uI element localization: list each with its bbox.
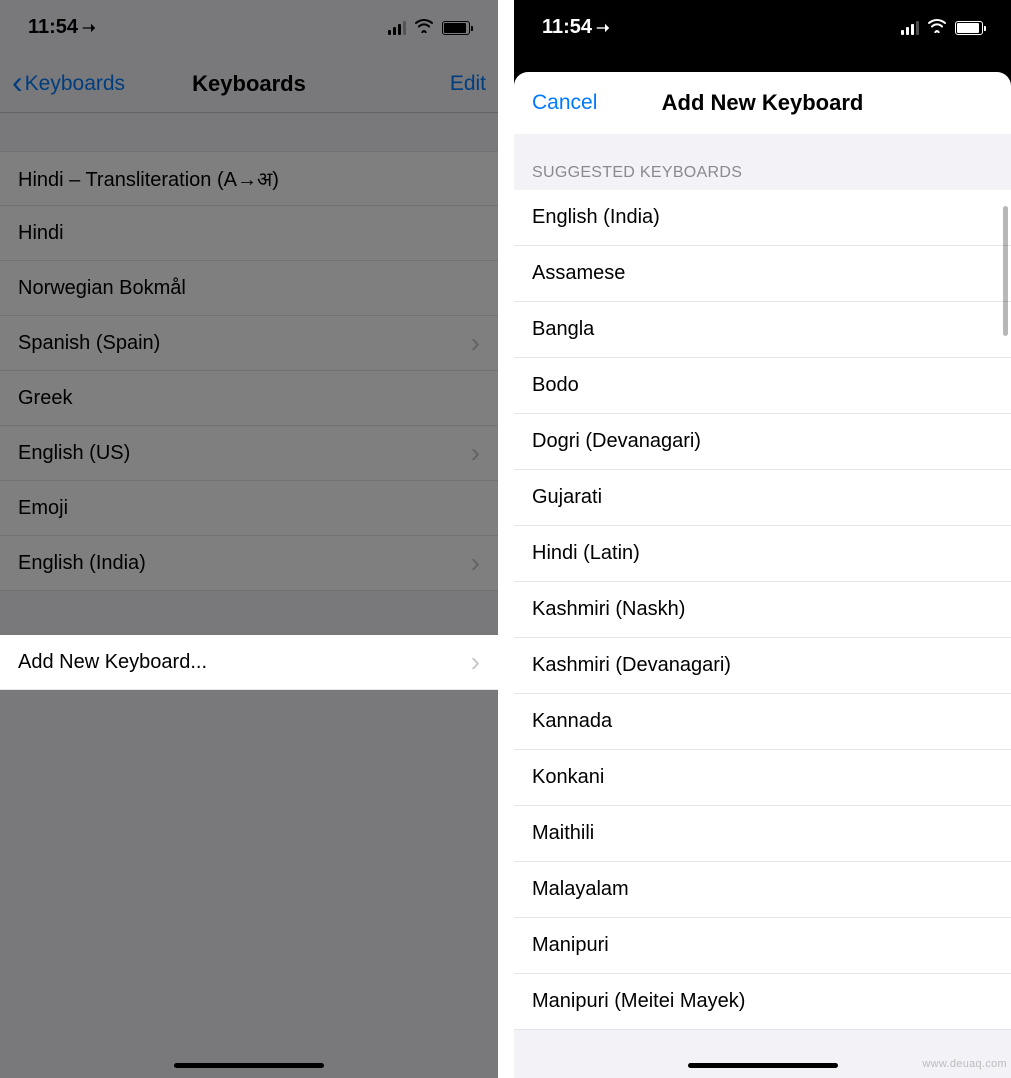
nav-bar: ‹ Keyboards Keyboards Edit — [0, 55, 498, 113]
add-new-keyboard-label: Add New Keyboard... — [18, 651, 207, 674]
keyboard-label: Manipuri — [532, 934, 609, 957]
battery-icon — [442, 21, 470, 35]
keyboard-label: English (India) — [18, 552, 146, 575]
keyboard-label: Emoji — [18, 497, 68, 520]
status-time: 11:54 — [542, 16, 592, 39]
wifi-icon — [927, 16, 947, 39]
suggested-keyboard-row[interactable]: Kannada — [514, 694, 1011, 750]
suggested-keyboard-row[interactable]: Kashmiri (Devanagari) — [514, 638, 1011, 694]
keyboard-label: Dogri (Devanagari) — [532, 430, 701, 453]
suggested-keyboard-row[interactable]: English (India) — [514, 190, 1011, 246]
home-indicator[interactable] — [688, 1063, 838, 1068]
keyboard-label: Manipuri (Meitei Mayek) — [532, 990, 745, 1013]
cellular-signal-icon — [901, 21, 919, 35]
keyboard-label: Gujarati — [532, 486, 602, 509]
keyboard-label: Kashmiri (Naskh) — [532, 598, 685, 621]
cellular-signal-icon — [388, 21, 406, 35]
keyboards-settings-screen: 11:54 ➝ ‹ Keyboards K — [0, 0, 498, 1078]
keyboard-label: English (US) — [18, 442, 130, 465]
keyboard-row[interactable]: Norwegian Bokmål — [0, 261, 498, 316]
add-keyboard-sheet: Cancel Add New Keyboard SUGGESTED KEYBOA… — [514, 72, 1011, 1078]
status-time: 11:54 — [28, 16, 78, 39]
keyboard-row[interactable]: Emoji — [0, 481, 498, 536]
chevron-right-icon: › — [471, 646, 480, 678]
cancel-button[interactable]: Cancel — [532, 91, 597, 115]
suggested-keyboard-row[interactable]: Assamese — [514, 246, 1011, 302]
keyboard-label: Bodo — [532, 374, 579, 397]
keyboard-label: Maithili — [532, 822, 594, 845]
back-button[interactable]: ‹ Keyboards — [12, 70, 125, 98]
back-label: Keyboards — [25, 72, 125, 96]
wifi-icon — [414, 16, 434, 39]
keyboard-label: Kashmiri (Devanagari) — [532, 654, 731, 677]
keyboard-label: Hindi – Transliteration (A→अ) — [18, 165, 279, 192]
sheet-header: Cancel Add New Keyboard — [514, 72, 1011, 134]
battery-icon — [955, 21, 983, 35]
add-new-keyboard-row[interactable]: Add New Keyboard... › — [0, 635, 498, 690]
keyboard-label: Konkani — [532, 766, 604, 789]
keyboard-label: Hindi (Latin) — [532, 542, 640, 565]
keyboard-label: Greek — [18, 387, 72, 410]
keyboard-label: Bangla — [532, 318, 594, 341]
add-keyboard-modal-screen: 11:54 ➝ Cancel Add New Keyboard SUGGESTE… — [514, 0, 1011, 1078]
chevron-right-icon: › — [471, 327, 480, 359]
location-icon: ➝ — [82, 18, 95, 38]
location-icon: ➝ — [596, 18, 609, 38]
keyboard-row[interactable]: Greek — [0, 371, 498, 426]
home-indicator[interactable] — [174, 1063, 324, 1068]
keyboard-row[interactable]: Hindi — [0, 206, 498, 261]
suggested-keyboard-row[interactable]: Konkani — [514, 750, 1011, 806]
edit-button[interactable]: Edit — [450, 72, 486, 96]
scrollbar-thumb[interactable] — [1003, 206, 1008, 336]
chevron-right-icon: › — [471, 547, 480, 579]
keyboard-row[interactable]: Hindi – Transliteration (A→अ) — [0, 151, 498, 206]
installed-keyboards-list: Hindi – Transliteration (A→अ) Hindi Norw… — [0, 151, 498, 591]
chevron-right-icon: › — [471, 437, 480, 469]
chevron-left-icon: ‹ — [12, 66, 23, 98]
suggested-keyboard-row[interactable]: Maithili — [514, 806, 1011, 862]
suggested-keyboard-row[interactable]: Kashmiri (Naskh) — [514, 582, 1011, 638]
suggested-keyboard-row[interactable]: Manipuri — [514, 918, 1011, 974]
keyboard-label: English (India) — [532, 206, 660, 229]
suggested-keyboard-row[interactable]: Manipuri (Meitei Mayek) — [514, 974, 1011, 1030]
keyboard-row[interactable]: Spanish (Spain) › — [0, 316, 498, 371]
suggested-keyboard-row[interactable]: Bodo — [514, 358, 1011, 414]
suggested-section-header: SUGGESTED KEYBOARDS — [514, 134, 1011, 190]
keyboard-label: Norwegian Bokmål — [18, 277, 186, 300]
page-title: Keyboards — [192, 71, 306, 97]
status-bar-left: 11:54 ➝ — [0, 0, 498, 55]
keyboard-label: Hindi — [18, 222, 64, 245]
status-bar-right: 11:54 ➝ — [514, 0, 1011, 55]
suggested-keyboard-row[interactable]: Hindi (Latin) — [514, 526, 1011, 582]
keyboard-row[interactable]: English (India) › — [0, 536, 498, 591]
suggested-keyboard-row[interactable]: Malayalam — [514, 862, 1011, 918]
keyboard-row[interactable]: English (US) › — [0, 426, 498, 481]
sheet-title: Add New Keyboard — [662, 90, 864, 116]
keyboard-label: Kannada — [532, 710, 612, 733]
suggested-keyboard-row[interactable]: Gujarati — [514, 470, 1011, 526]
keyboard-label: Spanish (Spain) — [18, 332, 160, 355]
suggested-keyboard-row[interactable]: Bangla — [514, 302, 1011, 358]
suggested-keyboard-row[interactable]: Dogri (Devanagari) — [514, 414, 1011, 470]
watermark: www.deuaq.com — [922, 1058, 1007, 1070]
keyboard-label: Assamese — [532, 262, 625, 285]
keyboard-label: Malayalam — [532, 878, 629, 901]
